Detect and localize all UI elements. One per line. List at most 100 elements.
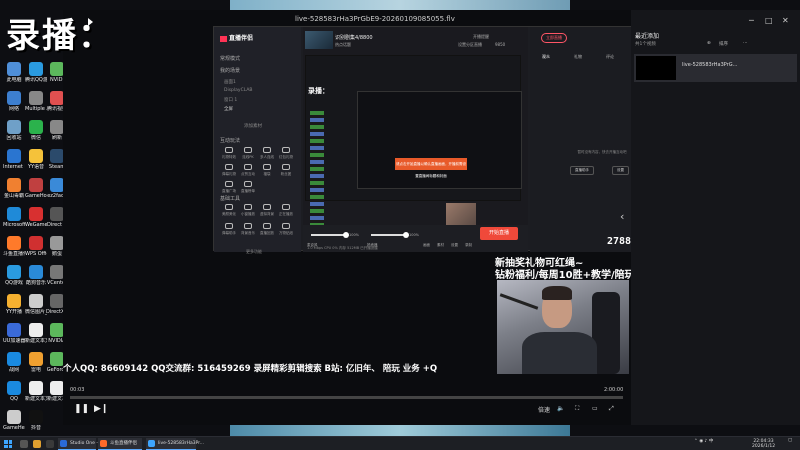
playlist-add-icon[interactable]: ⊕: [707, 41, 711, 46]
volume-icon[interactable]: 🔈: [557, 405, 564, 412]
tool-button[interactable]: 多人连线: [258, 146, 276, 162]
more-tools-link[interactable]: 更多功能: [246, 249, 262, 255]
tab-gifts[interactable]: 礼物: [574, 54, 582, 60]
speaker-slider[interactable]: [371, 232, 409, 238]
tool-button[interactable]: 直播榜单: [239, 180, 257, 196]
notification-icon[interactable]: ▢: [788, 438, 792, 443]
desktop-icon[interactable]: 此电脑: [3, 62, 25, 83]
playlist-sort-button[interactable]: 排序: [719, 41, 728, 47]
taskbar-app-studio-one[interactable]: Studio One - 10: [58, 438, 105, 450]
assistant-button[interactable]: 直播助手: [570, 166, 594, 175]
taskbar-app-player[interactable]: live-528583rHa3Pr...: [146, 438, 204, 450]
tool-button[interactable]: 直播广场: [220, 180, 238, 196]
desktop-icon[interactable]: 新建文本文档 (2): [25, 381, 47, 402]
playlist-item[interactable]: live-528583rHa3PrG...: [634, 54, 797, 82]
scene-item[interactable]: 画面1: [224, 79, 236, 85]
stream-tag[interactable]: 热点话题: [335, 42, 351, 48]
desktop-icon[interactable]: 微信: [25, 120, 47, 141]
pause-icon[interactable]: ❚❚: [74, 404, 89, 414]
desktop-icon[interactable]: WPS Office: [25, 236, 47, 257]
scene-item[interactable]: 窗口 1: [224, 97, 237, 103]
desktop-icon[interactable]: GameHe...: [3, 410, 25, 431]
scene-item[interactable]: DisplayCLAB: [224, 88, 253, 93]
ctrl-settings[interactable]: 设置: [451, 243, 458, 248]
ctrl-record[interactable]: 录制: [465, 243, 472, 248]
tool-button[interactable]: 弹幕礼物: [220, 163, 238, 179]
next-icon[interactable]: ▶❙: [94, 404, 108, 414]
start-live-button[interactable]: 开始直播: [480, 227, 518, 240]
stream-cover-thumbnail[interactable]: [305, 31, 333, 49]
mic-slider[interactable]: [311, 232, 349, 238]
tool-button[interactable]: 万物贴纸: [277, 222, 295, 238]
stream-preview[interactable]: 录播：: [305, 55, 522, 226]
desktop-icon[interactable]: QQ游戏: [3, 265, 25, 286]
ctrl-screen[interactable]: 画面: [423, 243, 430, 248]
stream-title[interactable]: 识别剧集4/8800: [335, 34, 373, 41]
tool-button[interactable]: 虚拟背景: [258, 203, 276, 219]
screenshot-icon[interactable]: ⛶: [575, 405, 579, 413]
stream-meta-item[interactable]: 设置分区直播: [458, 42, 482, 48]
tool-button[interactable]: 红包礼物: [277, 146, 295, 162]
tool-button[interactable]: 美颜美化: [220, 203, 238, 219]
tool-button[interactable]: 正在播放: [277, 203, 295, 219]
tool-button[interactable]: 弹幕助手: [220, 222, 238, 238]
speed-button[interactable]: 倍速: [538, 405, 550, 414]
clock[interactable]: 22:04:33 2026/1/12: [752, 439, 775, 449]
desktop-icon-grid: 此电脑腾讯QQ游NVIDI网络Multiple Ac腾讯视频回收站微信刷新Int…: [0, 40, 68, 431]
desktop-icon[interactable]: 战网: [3, 352, 25, 373]
app-icon: [7, 62, 21, 76]
pip-icon[interactable]: ▭: [592, 405, 598, 412]
playlist-more-icon[interactable]: ⋯: [743, 41, 748, 46]
window-maximize-icon[interactable]: □: [765, 16, 773, 25]
tool-button[interactable]: 背景音乐: [239, 222, 257, 238]
desktop-icon[interactable]: WeGame: [25, 207, 47, 228]
tool-button[interactable]: 福袋: [258, 163, 276, 179]
scene-item[interactable]: 全屏: [224, 106, 233, 112]
tool-button[interactable]: 小窗播放: [239, 203, 257, 219]
desktop-icon-label: 雷电: [30, 367, 41, 373]
taskbar-app-companion[interactable]: 斗鱼直播伴侣: [98, 438, 142, 450]
desktop-icon[interactable]: Internet Explorer: [3, 149, 25, 170]
tool-button[interactable]: 连线PK: [239, 146, 257, 162]
window-close-icon[interactable]: ✕: [782, 16, 789, 25]
tool-button[interactable]: 点赞互动: [239, 163, 257, 179]
fullscreen-icon[interactable]: ⤢: [609, 405, 614, 413]
window-minimize-icon[interactable]: ─: [749, 16, 754, 25]
desktop-icon[interactable]: QQ: [3, 381, 25, 402]
desktop-icon[interactable]: UU加速器: [3, 323, 25, 344]
explorer-icon[interactable]: [33, 440, 41, 448]
desktop-icon[interactable]: YY开播: [3, 294, 25, 315]
tool-button[interactable]: 直播回放: [258, 222, 276, 238]
preview-notice-popup[interactable]: 请点击开始直播以确认直播画面，开播前需设置直播间标题和封面: [395, 158, 467, 178]
desktop-icon[interactable]: 金山毒霸: [3, 178, 25, 199]
desktop-icon[interactable]: 回收站: [3, 120, 25, 141]
desktop-icon[interactable]: 抖音: [25, 410, 47, 431]
add-source-button[interactable]: 添加素材: [244, 123, 262, 129]
search-icon[interactable]: [20, 440, 28, 448]
tool-button[interactable]: 礼物特效: [220, 146, 238, 162]
progress-bar[interactable]: [70, 396, 623, 399]
scene-mode-select[interactable]: 常规模式: [220, 55, 240, 62]
ctrl-source[interactable]: 素材: [437, 243, 444, 248]
desktop-icon[interactable]: GameHo...: [25, 178, 47, 199]
tab-comments[interactable]: 评论: [606, 54, 614, 60]
tab-audience[interactable]: 观众: [542, 54, 550, 60]
desktop-icon[interactable]: 斗鱼直播伴侣: [3, 236, 25, 257]
desktop-icon[interactable]: Multiple Ac: [25, 91, 47, 112]
desktop-icon[interactable]: 网络: [3, 91, 25, 112]
chevron-left-icon[interactable]: ‹: [620, 210, 624, 223]
stream-meta-item[interactable]: 开播提醒: [473, 34, 489, 40]
tray-icons[interactable]: ⌃ ◉ ♪ 中: [694, 439, 713, 444]
desktop-icon[interactable]: 腾讯QQ游: [25, 62, 47, 83]
desktop-icon[interactable]: 微信图片_20260111...: [25, 294, 47, 315]
tool-button[interactable]: 粉丝团: [277, 163, 295, 179]
desktop-icon[interactable]: Microsoft Edge: [3, 207, 25, 228]
taskview-icon[interactable]: [46, 440, 54, 448]
go-live-now-button[interactable]: 立即直播: [541, 33, 567, 43]
desktop-icon[interactable]: 雷电: [25, 352, 47, 373]
desktop-icon[interactable]: 新建文本文档: [25, 323, 47, 344]
desktop-icon[interactable]: 酷狗音乐: [25, 265, 47, 286]
start-button-icon[interactable]: [4, 440, 12, 448]
settings-button[interactable]: 设置: [612, 166, 629, 175]
desktop-icon[interactable]: YY语音: [25, 149, 47, 170]
